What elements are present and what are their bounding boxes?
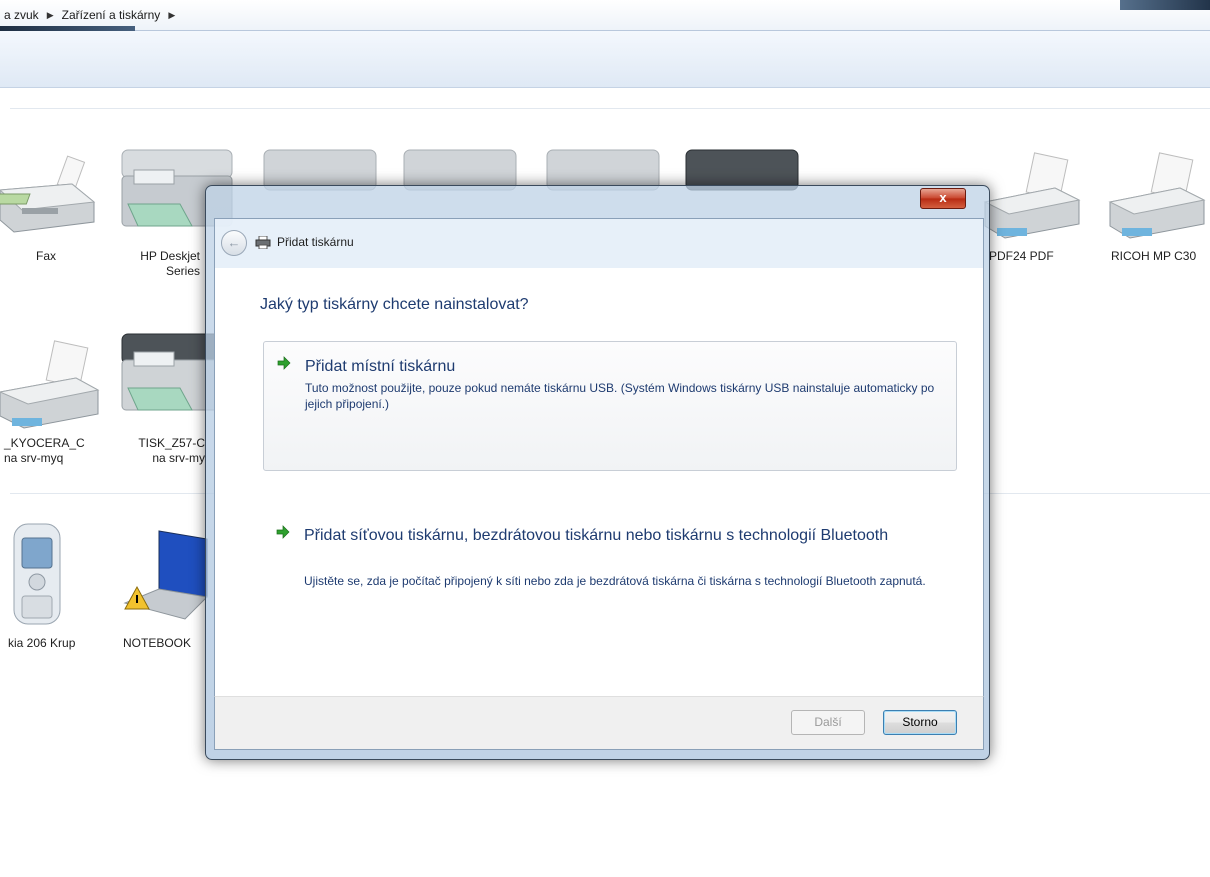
device-label: TISK_Z57-C na srv-my xyxy=(138,436,205,465)
close-button[interactable]: x xyxy=(920,188,966,209)
device-label: Fax xyxy=(35,249,56,263)
dialog-title-area: Přidat tiskárnu xyxy=(255,235,354,249)
window-frame-corner xyxy=(1120,0,1210,10)
command-bar xyxy=(0,31,1210,88)
device-label: _KYOCERA_C na srv-myq xyxy=(4,436,85,465)
breadcrumb-item[interactable]: Zařízení a tiskárny xyxy=(62,8,161,22)
chevron-right-icon[interactable]: ▶ xyxy=(47,10,54,21)
page-title: Jaký typ tiskárny chcete nainstalovat? xyxy=(260,296,529,313)
breadcrumb-item[interactable]: a zvuk xyxy=(4,8,39,22)
printer-icon xyxy=(121,333,223,411)
device-pdf24[interactable]: PDF24 PDF xyxy=(975,150,1100,290)
dialog-body: Jaký typ tiskárny chcete nainstalovat? P… xyxy=(214,268,984,696)
printer-icon xyxy=(0,340,100,429)
option-title: Přidat síťovou tiskárnu, bezdrátovou tis… xyxy=(304,527,889,544)
laptop-icon xyxy=(123,530,209,620)
mobile-phone-icon xyxy=(13,523,61,625)
back-arrow-icon[interactable]: ← xyxy=(221,230,247,256)
add-network-printer-option[interactable]: Přidat síťovou tiskárnu, bezdrátovou tis… xyxy=(263,511,955,621)
device-label: PDF24 PDF xyxy=(989,249,1054,263)
device-phone[interactable]: kia 206 Krup xyxy=(0,520,125,660)
printer-icon xyxy=(983,152,1081,239)
device-ricoh[interactable]: RICOH MP C30 xyxy=(1100,150,1210,290)
option-title: Přidat místní tiskárnu xyxy=(305,358,456,375)
printer-icon xyxy=(1108,152,1206,239)
add-local-printer-option[interactable]: Přidat místní tiskárnu Tuto možnost použ… xyxy=(263,341,957,471)
cancel-button[interactable]: Storno xyxy=(883,710,957,735)
next-button[interactable]: Další xyxy=(791,710,865,735)
option-description: Tuto možnost použijte, pouze pokud nemát… xyxy=(305,381,935,411)
chevron-right-icon[interactable]: ▶ xyxy=(168,10,175,21)
fax-icon xyxy=(0,155,96,233)
group-divider xyxy=(10,108,1210,109)
device-label: RICOH MP C30 xyxy=(1111,249,1197,263)
green-arrow-icon xyxy=(277,356,291,370)
dialog-title: Přidat tiskárnu xyxy=(277,235,354,249)
device-label: kia 206 Krup xyxy=(8,636,76,650)
device-label: HP Deskjet Series xyxy=(140,249,200,278)
address-bar[interactable]: a zvuk ▶ Zařízení a tiskárny ▶ xyxy=(0,0,1210,31)
option-description: Ujistěte se, zda je počítač připojený k … xyxy=(304,574,926,588)
add-printer-dialog: x ← Přidat tiskárnu Jaký typ tiskárny ch… xyxy=(205,185,990,760)
breadcrumb[interactable]: a zvuk ▶ Zařízení a tiskárny ▶ xyxy=(4,8,175,22)
green-arrow-icon xyxy=(276,525,290,539)
printer-icon xyxy=(255,235,271,249)
dialog-footer: Další Storno xyxy=(214,696,984,750)
device-kyocera[interactable]: _KYOCERA_C na srv-myq xyxy=(0,340,125,480)
dialog-header: ← Přidat tiskárnu xyxy=(214,218,984,269)
